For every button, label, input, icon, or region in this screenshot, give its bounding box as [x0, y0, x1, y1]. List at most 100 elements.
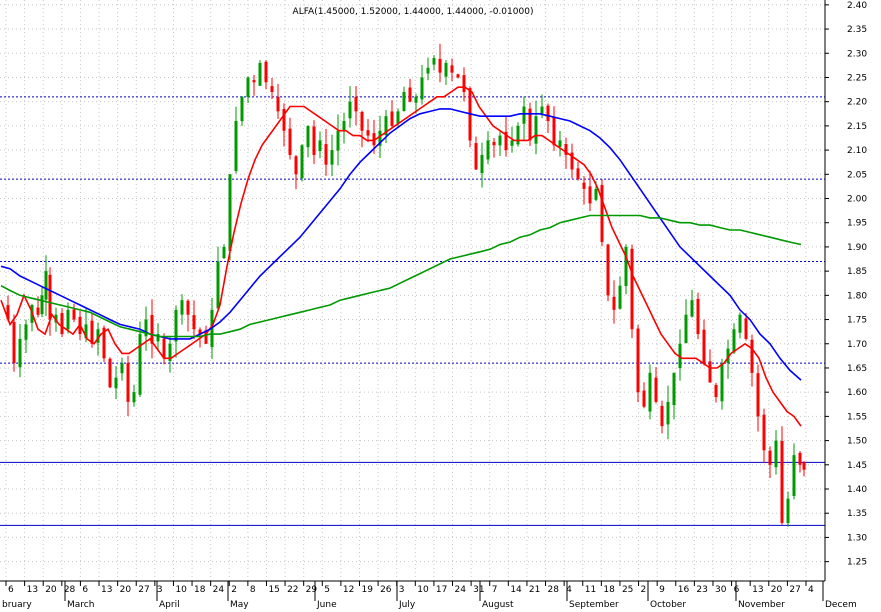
candle-body-down	[366, 130, 370, 136]
candle-body-down	[600, 185, 604, 243]
candle-body-up	[222, 246, 226, 259]
candle-body-down	[696, 298, 700, 335]
x-tick-label: 10	[175, 585, 187, 595]
candle-body-up	[114, 377, 118, 389]
candle-body-up	[132, 392, 136, 403]
y-tick-label: 2.35	[847, 25, 867, 35]
x-month-label: May	[230, 600, 249, 610]
x-month-label: July	[398, 600, 416, 610]
candle-body-up	[510, 140, 514, 146]
candle-body-down	[192, 315, 196, 330]
candle-body-up	[720, 363, 724, 402]
candle-body-down	[162, 338, 166, 359]
candle-body-up	[486, 140, 490, 160]
candle-body-up	[786, 498, 790, 523]
candle-body-down	[492, 141, 496, 146]
candle-body-up	[540, 106, 544, 114]
y-tick-label: 2.40	[847, 1, 867, 11]
x-tick-label: 20	[771, 585, 783, 595]
candle-body-up	[18, 338, 22, 368]
candle-body-down	[390, 111, 394, 126]
x-tick-label: 11	[585, 585, 596, 595]
candle-body-up	[318, 140, 322, 152]
x-tick-label: 6	[8, 585, 14, 595]
candle-body-down	[756, 373, 760, 417]
candle-body-down	[576, 168, 580, 180]
candle-body-down	[360, 111, 364, 131]
candle-body-up	[594, 188, 598, 200]
x-tick-label: 13	[27, 585, 38, 595]
candle-body-up	[648, 372, 652, 412]
candle-body-up	[234, 121, 238, 172]
candle-body-up	[534, 116, 538, 144]
candle-body-up	[516, 125, 520, 145]
y-tick-label: 2.20	[847, 98, 867, 108]
x-tick-label: 28	[548, 585, 560, 595]
candle-body-down	[264, 61, 268, 83]
y-tick-label: 1.90	[847, 243, 867, 253]
candle-body-up	[414, 96, 418, 103]
x-tick-label: 9	[659, 585, 665, 595]
x-tick-label: 12	[343, 585, 354, 595]
x-tick-label: 3	[157, 585, 163, 595]
y-tick-label: 1.70	[847, 340, 867, 350]
x-tick-label: 25	[622, 585, 633, 595]
candle-body-down	[450, 65, 454, 73]
candle-body-up	[306, 125, 310, 148]
candle-body-up	[732, 329, 736, 353]
x-tick-label: 27	[789, 585, 800, 595]
candle-body-down	[126, 363, 130, 402]
x-tick-label: 5	[324, 585, 330, 595]
x-tick-label: 18	[194, 585, 206, 595]
candle-body-up	[24, 324, 28, 340]
candle-body-down	[654, 377, 658, 402]
candle-body-down	[276, 96, 280, 112]
candle-body-down	[768, 450, 772, 465]
y-tick-label: 1.55	[847, 412, 867, 422]
candle-body-down	[36, 307, 40, 315]
candle-body-up	[44, 271, 48, 300]
x-tick-label: 7	[492, 585, 498, 595]
y-tick-label: 1.40	[847, 485, 867, 495]
y-tick-label: 1.65	[847, 364, 867, 374]
candle-body-down	[438, 58, 442, 73]
candle-body-down	[354, 96, 358, 112]
candle-body-up	[690, 300, 694, 317]
candle-body-down	[474, 143, 478, 170]
candle-body-up	[402, 91, 406, 112]
candle-body-up	[738, 314, 742, 333]
x-tick-label: 8	[250, 585, 256, 595]
candlestick-chart: 1.25 1.30 1.35 1.40 1.45 1.50 1.55 1.60 1.65 1.70…	[0, 0, 867, 610]
candle-body-down	[252, 80, 256, 83]
candle-body-down	[90, 320, 94, 344]
x-tick-label: 17	[436, 585, 447, 595]
y-tick-label: 1.50	[847, 437, 867, 447]
y-tick-label: 1.75	[847, 316, 867, 326]
candle-body-down	[642, 390, 646, 407]
candle-body-up	[558, 140, 562, 147]
candle-body-up	[258, 62, 262, 86]
x-month-label: October	[650, 600, 686, 610]
x-month-label: August	[482, 600, 514, 610]
x-tick-label: 16	[678, 585, 690, 595]
x-tick-label: 2	[641, 585, 647, 595]
candle-body-up	[426, 67, 430, 74]
candle-body-down	[324, 144, 328, 165]
y-tick-label: 2.05	[847, 170, 867, 180]
x-tick-label: 26	[380, 585, 392, 595]
x-tick-label: 30	[715, 585, 727, 595]
x-tick-label: 22	[287, 585, 298, 595]
candle-body-down	[588, 186, 592, 204]
y-tick-label: 2.10	[847, 146, 867, 156]
candle-body-down	[456, 74, 460, 78]
y-tick-label: 1.25	[847, 558, 867, 568]
x-tick-label: 23	[696, 585, 707, 595]
y-tick-label: 2.15	[847, 122, 867, 132]
candle-body-down	[714, 384, 718, 398]
candle-body-down	[12, 322, 16, 364]
x-tick-label: 6	[734, 585, 740, 595]
candle-body-down	[108, 358, 112, 388]
x-month-label: November	[738, 600, 785, 610]
candle-body-down	[546, 105, 550, 122]
x-axis-ticks: 6 13 20 28 6 13 20 27 3 10 18 24 2 8 15 22 29 5 12 19 26 3 10 1…	[2, 581, 857, 610]
